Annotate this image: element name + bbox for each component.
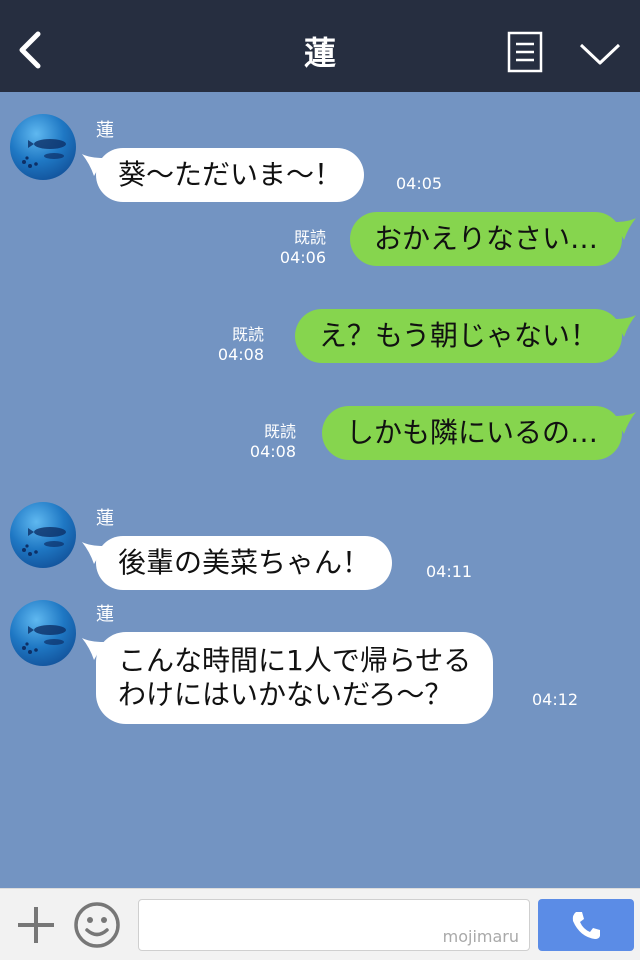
message-bubble-incoming[interactable]: 後輩の美菜ちゃん！ <box>82 536 393 590</box>
sender-name: 蓮 <box>96 120 114 141</box>
message-time: 04:06 <box>279 248 326 267</box>
smiley-icon[interactable] <box>73 901 121 949</box>
avatar[interactable] <box>10 600 76 666</box>
message-bubble-incoming[interactable]: 葵〜ただいま〜！ <box>82 148 365 202</box>
message-text: 後輩の美菜ちゃん！ <box>118 546 371 579</box>
read-receipt: 既読 04:08 <box>250 422 296 462</box>
read-status: 既読 <box>263 422 296 441</box>
avatar-image <box>22 625 66 654</box>
message-list[interactable]: 蓮 葵〜ただいま〜！ 04:05 既読 04:06 おかえりなさい… 既読 04… <box>0 92 640 888</box>
message-input[interactable]: mojimaru <box>138 899 530 951</box>
message-bubble-outgoing[interactable]: え？もう朝じゃない！ <box>294 309 636 363</box>
read-receipt: 既読 04:08 <box>218 325 264 365</box>
avatar-image <box>22 527 66 556</box>
chevron-down-icon[interactable] <box>578 40 622 68</box>
message-text-line: わけにはいかないだろ〜？ <box>118 678 453 711</box>
menu-list-icon[interactable] <box>507 31 543 73</box>
message-text-line: こんな時間に1人で帰らせる <box>118 644 472 677</box>
avatar[interactable] <box>10 502 76 568</box>
message-time: 04:12 <box>532 690 579 709</box>
watermark: mojimaru <box>442 927 519 946</box>
read-receipt: 既読 04:06 <box>280 228 326 268</box>
message-text: しかも隣にいるの… <box>345 416 598 449</box>
message-text: え？もう朝じゃない！ <box>318 319 598 352</box>
message-bubble-outgoing[interactable]: おかえりなさい… <box>349 212 636 266</box>
avatar[interactable] <box>10 114 76 180</box>
call-button[interactable] <box>538 899 634 951</box>
message-time: 04:08 <box>249 442 296 461</box>
sender-name: 蓮 <box>96 508 114 529</box>
plus-icon[interactable] <box>14 903 58 947</box>
input-bar: mojimaru <box>0 888 640 960</box>
read-status: 既読 <box>231 325 264 344</box>
chat-title: 蓮 <box>303 34 336 72</box>
message-time: 04:08 <box>217 345 264 364</box>
sender-name: 蓮 <box>96 604 114 625</box>
message-bubble-incoming[interactable]: こんな時間に1人で帰らせる わけにはいかないだろ〜？ <box>82 632 494 724</box>
message-bubble-outgoing[interactable]: しかも隣にいるの… <box>321 406 636 460</box>
message-text: おかえりなさい… <box>373 222 598 255</box>
chat-header: 蓮 <box>0 0 640 92</box>
message-time: 04:11 <box>426 562 473 581</box>
message-time: 04:05 <box>396 174 443 193</box>
read-status: 既読 <box>293 228 326 247</box>
phone-icon <box>572 912 600 939</box>
avatar-image <box>22 139 66 168</box>
message-text: 葵〜ただいま〜！ <box>118 158 343 191</box>
